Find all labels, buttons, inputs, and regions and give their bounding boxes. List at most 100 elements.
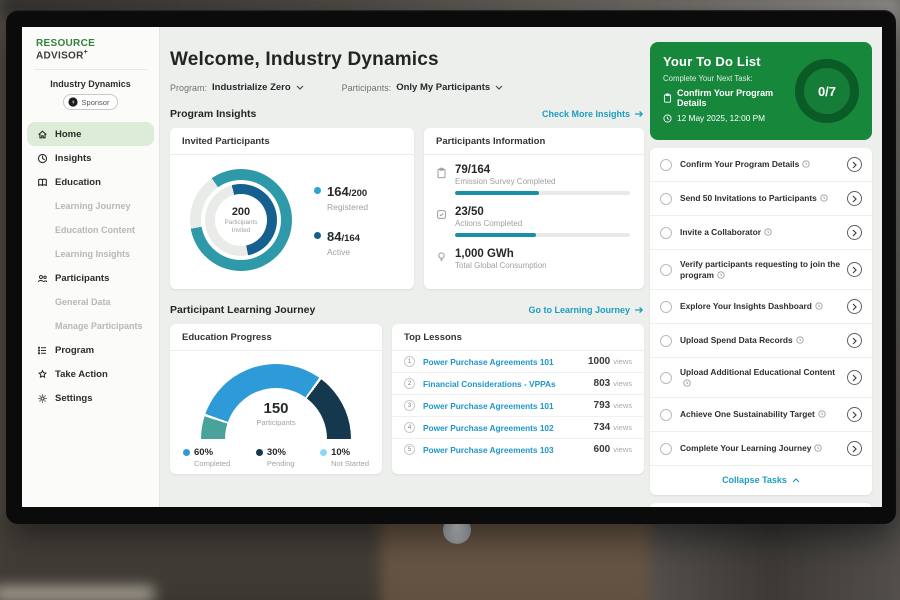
sidebar-item-education-content[interactable]: Education Content bbox=[22, 218, 159, 242]
chevron-right-icon bbox=[852, 411, 857, 419]
legend-dot bbox=[314, 187, 321, 194]
donut-center-value: 200 bbox=[232, 206, 250, 218]
sponsor-icon bbox=[68, 97, 78, 107]
program-insights-header: Program Insights Check More Insights bbox=[170, 108, 644, 120]
clock-icon bbox=[663, 114, 672, 123]
gauge-center-label: Participants bbox=[201, 418, 351, 427]
clipboard-icon bbox=[436, 167, 447, 179]
card-title: Invited Participants bbox=[170, 128, 414, 155]
task-checkbox[interactable] bbox=[660, 264, 672, 276]
task-checkbox[interactable] bbox=[660, 301, 672, 313]
invited-donut-chart: 200 Participants Invited bbox=[190, 169, 292, 271]
sidebar-item-manage-participants[interactable]: Manage Participants bbox=[22, 314, 159, 338]
todo-summary-card: Your To Do List Complete Your Next Task:… bbox=[650, 42, 872, 140]
page-title: Welcome, Industry Dynamics bbox=[170, 49, 644, 71]
clock-icon bbox=[818, 410, 826, 418]
sidebar-item-education[interactable]: Education bbox=[27, 170, 154, 194]
task-open-button[interactable] bbox=[847, 262, 862, 277]
rank-badge: 2 bbox=[404, 378, 415, 389]
lesson-row: 4 Power Purchase Agreements 102 734 view… bbox=[392, 417, 644, 439]
task-checkbox[interactable] bbox=[660, 227, 672, 239]
participants-filter[interactable]: Participants: Only My Participants bbox=[342, 82, 504, 93]
learning-cards-row: Education Progress 150 Participants 60% … bbox=[170, 324, 644, 474]
insights-cards-row: Invited Participants 200 Participants In… bbox=[170, 128, 644, 289]
lesson-row: 1 Power Purchase Agreements 101 1000 vie… bbox=[392, 351, 644, 373]
task-row: Send 50 Invitations to Participants bbox=[650, 182, 872, 216]
sidebar-item-learning-journey[interactable]: Learning Journey bbox=[22, 194, 159, 218]
go-to-learning-journey-link[interactable]: Go to Learning Journey bbox=[528, 305, 644, 315]
sidebar-nav: Home Insights Education Learning Journey… bbox=[22, 122, 159, 410]
task-checkbox[interactable] bbox=[660, 409, 672, 421]
collapse-tasks-link[interactable]: Collapse Tasks bbox=[650, 466, 872, 495]
task-open-button[interactable] bbox=[847, 407, 862, 422]
legend-pending: 30% Pending bbox=[256, 447, 295, 468]
legend-dot bbox=[256, 449, 263, 456]
legend-active: 84/164 Active bbox=[314, 228, 368, 257]
learning-journey-header: Participant Learning Journey Go to Learn… bbox=[170, 304, 644, 316]
legend-dot bbox=[314, 232, 321, 239]
task-row: Achieve One Sustainability Target bbox=[650, 398, 872, 432]
clock-icon bbox=[764, 228, 772, 236]
recent-news-card: Recent News bbox=[650, 503, 872, 507]
sidebar-item-settings[interactable]: Settings bbox=[27, 386, 154, 410]
sidebar-item-take-action[interactable]: Take Action bbox=[27, 362, 154, 386]
todo-progress-ring: 0/7 bbox=[795, 59, 859, 123]
gear-icon bbox=[37, 393, 48, 404]
program-filter[interactable]: Program: Industrialize Zero bbox=[170, 82, 304, 93]
check-more-insights-link[interactable]: Check More Insights bbox=[542, 109, 644, 119]
task-open-button[interactable] bbox=[847, 370, 862, 385]
lesson-link[interactable]: Financial Considerations - VPPAs bbox=[423, 379, 594, 389]
task-checkbox[interactable] bbox=[660, 193, 672, 205]
clock-icon bbox=[683, 379, 691, 387]
task-open-button[interactable] bbox=[847, 225, 862, 240]
sidebar-item-home[interactable]: Home bbox=[27, 122, 154, 146]
task-checkbox[interactable] bbox=[660, 159, 672, 171]
gauge-legend: 60% Completed 30% Pending 10% Not Starte… bbox=[170, 447, 382, 468]
task-row: Complete Your Learning Journey bbox=[650, 432, 872, 466]
task-checkbox[interactable] bbox=[660, 335, 672, 347]
participants-information-card: Participants Information 79/164 Emission… bbox=[424, 128, 644, 289]
star-icon bbox=[37, 369, 48, 380]
clock-icon bbox=[802, 160, 810, 168]
lesson-link[interactable]: Power Purchase Agreements 101 bbox=[423, 357, 588, 367]
card-title: Education Progress bbox=[170, 324, 382, 351]
org-name: Industry Dynamics bbox=[22, 79, 159, 89]
sidebar-item-insights[interactable]: Insights bbox=[27, 146, 154, 170]
lightbulb-icon bbox=[436, 251, 447, 263]
arrow-right-icon bbox=[634, 110, 644, 118]
main-content: Welcome, Industry Dynamics Program: Indu… bbox=[170, 27, 644, 474]
participants-icon bbox=[37, 273, 48, 284]
actions-progress bbox=[455, 233, 630, 237]
filters-row: Program: Industrialize Zero Participants… bbox=[170, 82, 644, 93]
sidebar-item-learning-insights[interactable]: Learning Insights bbox=[22, 242, 159, 266]
rank-badge: 1 bbox=[404, 356, 415, 367]
task-open-button[interactable] bbox=[847, 157, 862, 172]
chevron-right-icon bbox=[852, 195, 857, 203]
task-row: Upload Spend Data Records bbox=[650, 324, 872, 358]
card-title: Top Lessons bbox=[392, 324, 644, 351]
clipboard-icon bbox=[663, 93, 672, 103]
legend-completed: 60% Completed bbox=[183, 447, 230, 468]
task-checkbox[interactable] bbox=[660, 372, 672, 384]
clock-icon bbox=[814, 444, 822, 452]
lesson-row: 2 Financial Considerations - VPPAs 803 v… bbox=[392, 373, 644, 395]
app-logo: RESOURCE ADVISOR+ bbox=[22, 27, 159, 69]
sponsor-label: Sponsor bbox=[82, 98, 110, 107]
lesson-link[interactable]: Power Purchase Agreements 101 bbox=[423, 401, 594, 411]
rank-badge: 4 bbox=[404, 422, 415, 433]
chevron-right-icon bbox=[852, 337, 857, 345]
sidebar-item-general-data[interactable]: General Data bbox=[22, 290, 159, 314]
lesson-link[interactable]: Power Purchase Agreements 103 bbox=[423, 445, 594, 455]
task-open-button[interactable] bbox=[847, 441, 862, 456]
sidebar-item-participants[interactable]: Participants bbox=[27, 266, 154, 290]
clock-icon bbox=[820, 194, 828, 202]
task-open-button[interactable] bbox=[847, 333, 862, 348]
emission-survey-row: 79/164 Emission Survey Completed bbox=[436, 164, 630, 195]
donut-center-label: Participants Invited bbox=[221, 219, 261, 235]
lesson-link[interactable]: Power Purchase Agreements 102 bbox=[423, 423, 594, 433]
task-open-button[interactable] bbox=[847, 191, 862, 206]
task-checkbox[interactable] bbox=[660, 443, 672, 455]
sidebar-item-program[interactable]: Program bbox=[27, 338, 154, 362]
task-open-button[interactable] bbox=[847, 299, 862, 314]
legend-dot bbox=[183, 449, 190, 456]
